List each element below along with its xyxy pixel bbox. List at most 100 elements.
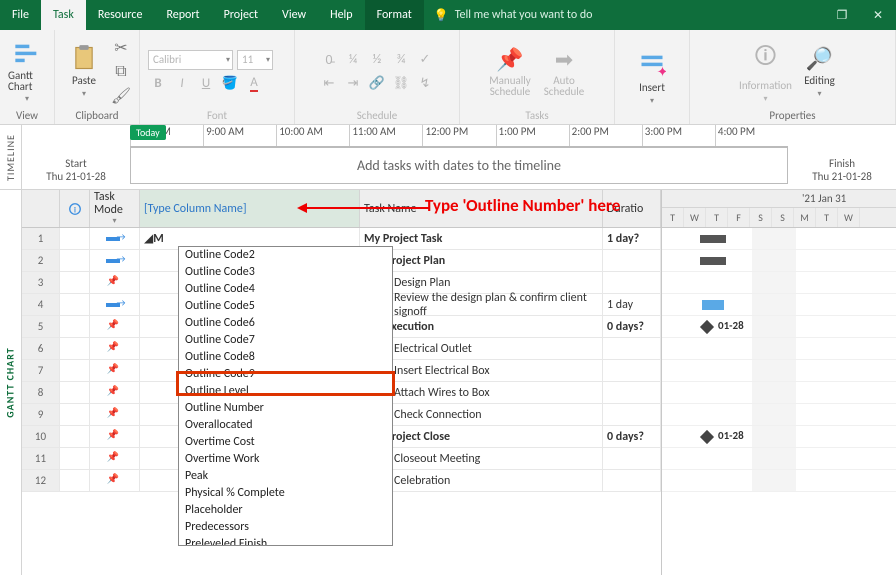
row-task-mode[interactable]	[90, 272, 140, 293]
row-task-mode[interactable]	[90, 426, 140, 447]
manually-schedule-button[interactable]: 📌 Manually Schedule	[486, 40, 534, 104]
gantt-row[interactable]	[662, 294, 896, 316]
gantt-side-tab[interactable]: GANTT CHART	[0, 190, 22, 575]
row-info[interactable]	[60, 426, 90, 447]
row-task-mode[interactable]	[90, 316, 140, 337]
row-number[interactable]: 8	[22, 382, 60, 403]
row-duration[interactable]	[603, 250, 661, 271]
column-name-dropdown[interactable]: Outline Code2Outline Code3Outline Code4 O…	[178, 246, 393, 546]
paste-button[interactable]: Paste ▾	[63, 40, 105, 104]
info-column-header[interactable]: i	[60, 190, 90, 227]
information-button[interactable]: 🛈 Information ▾	[742, 40, 790, 104]
gantt-row[interactable]	[662, 338, 896, 360]
dropdown-item[interactable]: Outline Code6	[179, 315, 392, 332]
timeline-track[interactable]: Add tasks with dates to the timeline	[130, 147, 788, 184]
dropdown-item[interactable]: Outline Code4	[179, 281, 392, 298]
row-number[interactable]: 3	[22, 272, 60, 293]
gantt-row[interactable]	[662, 250, 896, 272]
dropdown-item[interactable]: Outline Code9	[179, 366, 392, 383]
duration-header[interactable]: Duratio	[603, 190, 661, 227]
row-task-mode[interactable]	[90, 250, 140, 271]
window-close-icon[interactable]: ✕	[860, 0, 896, 30]
row-task-mode[interactable]	[90, 294, 140, 315]
row-duration[interactable]	[603, 404, 661, 425]
row-number-header[interactable]	[22, 190, 60, 227]
fill-color-button[interactable]: 🪣	[220, 74, 240, 94]
row-task-mode[interactable]	[90, 360, 140, 381]
window-restore-icon[interactable]: ❐	[824, 0, 860, 30]
row-task-mode[interactable]	[90, 228, 140, 249]
percent-100-button[interactable]: ✓	[415, 50, 435, 70]
row-duration[interactable]	[603, 382, 661, 403]
gantt-row[interactable]	[662, 272, 896, 294]
tab-task[interactable]: Task	[41, 0, 86, 30]
row-task-mode[interactable]	[90, 404, 140, 425]
row-number[interactable]: 4	[22, 294, 60, 315]
dropdown-item[interactable]: Placeholder	[179, 502, 392, 519]
row-task-name[interactable]: Electrical Outlet	[360, 338, 603, 359]
unlink-button[interactable]: ⛓	[391, 74, 411, 94]
respect-links-button[interactable]: ↯	[415, 74, 435, 94]
outdent-button[interactable]: ⇤	[319, 74, 339, 94]
row-duration[interactable]	[603, 448, 661, 469]
tell-me-search[interactable]: 💡 Tell me what you want to do	[424, 0, 603, 30]
row-info[interactable]	[60, 316, 90, 337]
row-duration[interactable]	[603, 360, 661, 381]
row-number[interactable]: 1	[22, 228, 60, 249]
row-task-mode[interactable]	[90, 382, 140, 403]
percent-50-button[interactable]: ½	[367, 50, 387, 70]
row-info[interactable]	[60, 228, 90, 249]
row-number[interactable]: 5	[22, 316, 60, 337]
row-info[interactable]	[60, 470, 90, 491]
row-duration[interactable]	[603, 470, 661, 491]
task-name-header[interactable]: Task Name	[360, 190, 603, 227]
dropdown-item[interactable]: Outline Code7	[179, 332, 392, 349]
tab-project[interactable]: Project	[212, 0, 270, 30]
percent-25-button[interactable]: ¼	[343, 50, 363, 70]
dropdown-item[interactable]: Overallocated	[179, 417, 392, 434]
dropdown-item[interactable]: Preleveled Finish	[179, 536, 392, 546]
row-number[interactable]: 7	[22, 360, 60, 381]
row-number[interactable]: 2	[22, 250, 60, 271]
row-number[interactable]: 10	[22, 426, 60, 447]
dropdown-item[interactable]: Overtime Cost	[179, 434, 392, 451]
row-duration[interactable]: 0 days?	[603, 316, 661, 337]
timeline-side-tab[interactable]: TIMELINE	[0, 125, 22, 189]
dropdown-item[interactable]: Physical % Complete	[179, 485, 392, 502]
indent-button[interactable]: ⇥	[343, 74, 363, 94]
new-column-header[interactable]: [Type Column Name]	[140, 190, 360, 227]
dropdown-item[interactable]: Predecessors	[179, 519, 392, 536]
dropdown-item[interactable]: Outline Level	[179, 383, 392, 400]
dropdown-item[interactable]: Outline Code3	[179, 264, 392, 281]
row-duration[interactable]	[603, 338, 661, 359]
row-info[interactable]	[60, 294, 90, 315]
gantt-row[interactable]	[662, 404, 896, 426]
editing-button[interactable]: 🔎 Editing ▾	[796, 40, 844, 104]
tab-help[interactable]: Help	[318, 0, 365, 30]
tab-resource[interactable]: Resource	[86, 0, 155, 30]
bold-button[interactable]: B	[148, 74, 168, 94]
link-button[interactable]: 🔗	[367, 74, 387, 94]
gantt-rows[interactable]: 01-2801-28	[662, 228, 896, 492]
row-task-name[interactable]: Attach Wires to Box	[360, 382, 603, 403]
copy-icon[interactable]: ⧉	[111, 62, 131, 82]
row-task-name[interactable]: Project Close	[360, 426, 603, 447]
cut-icon[interactable]: ✂	[111, 38, 131, 58]
font-color-button[interactable]: A	[244, 74, 264, 94]
row-info[interactable]	[60, 404, 90, 425]
row-task-name[interactable]: Closeout Meeting	[360, 448, 603, 469]
gantt-row[interactable]	[662, 228, 896, 250]
gantt-row[interactable]	[662, 360, 896, 382]
gantt-chart-button[interactable]: Gantt Chart ▾	[8, 40, 46, 104]
row-task-name[interactable]: Project Plan	[360, 250, 603, 271]
tab-view[interactable]: View	[270, 0, 318, 30]
auto-schedule-button[interactable]: ➡ Auto Schedule	[540, 40, 588, 104]
row-task-mode[interactable]	[90, 448, 140, 469]
row-duration[interactable]	[603, 272, 661, 293]
row-task-name[interactable]: My Project Task	[360, 228, 603, 249]
row-task-mode[interactable]	[90, 338, 140, 359]
dropdown-item[interactable]: Outline Code2	[179, 247, 392, 264]
dropdown-item[interactable]: Peak	[179, 468, 392, 485]
format-painter-icon[interactable]: 🖌	[111, 86, 131, 106]
row-number[interactable]: 12	[22, 470, 60, 491]
